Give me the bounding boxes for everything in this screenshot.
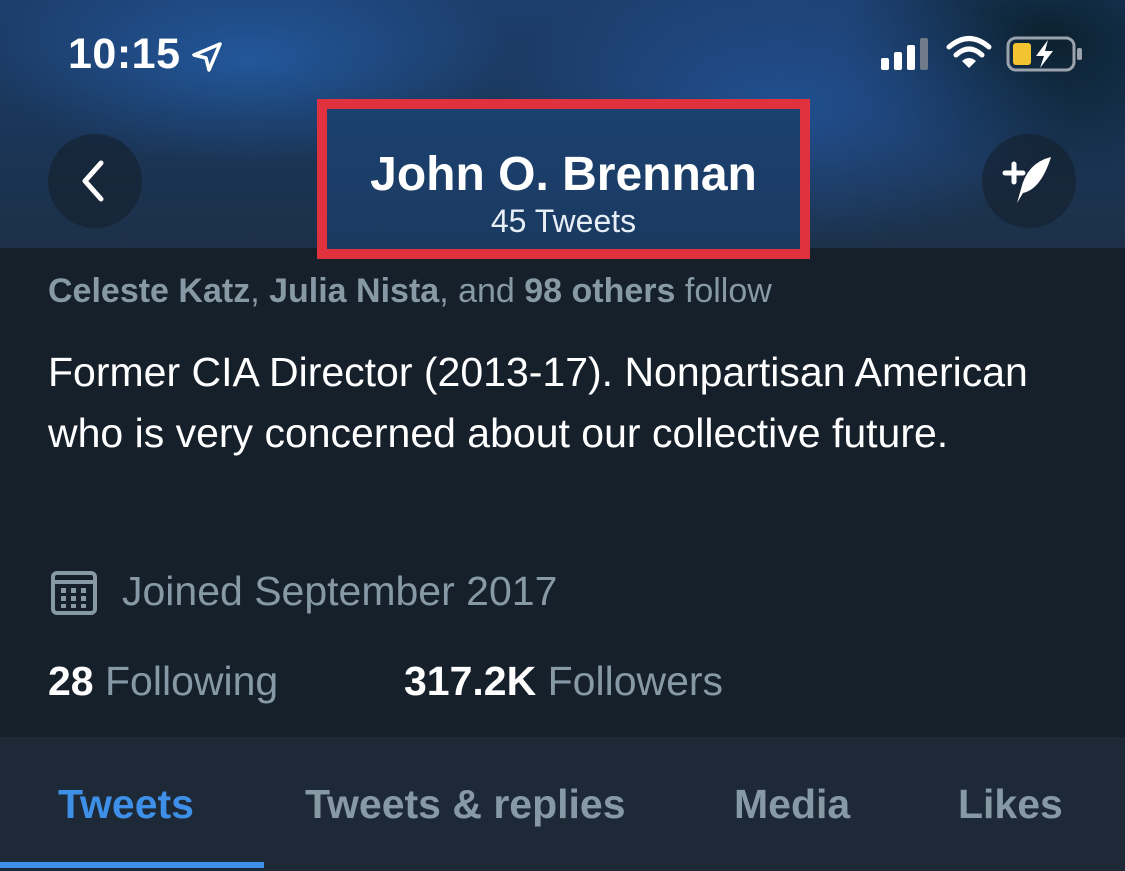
following-label: Following	[105, 658, 279, 704]
active-tab-indicator	[0, 862, 264, 868]
following-stat[interactable]: 28 Following	[48, 658, 278, 704]
followers-label: Followers	[547, 658, 724, 704]
status-time: 10:15	[68, 30, 181, 78]
header-title-highlight: John O. Brennan 45 Tweets	[317, 99, 810, 259]
back-button[interactable]	[48, 134, 142, 228]
location-arrow-icon	[192, 42, 222, 72]
chevron-left-icon	[82, 160, 104, 202]
follower-name[interactable]: Julia Nista	[269, 272, 439, 310]
tab-media[interactable]: Media	[734, 781, 850, 828]
follow-suffix: follow	[675, 272, 772, 310]
others-count[interactable]: 98 others	[524, 272, 675, 310]
tab-likes[interactable]: Likes	[958, 781, 1063, 828]
following-count: 28	[48, 658, 94, 704]
calendar-icon	[51, 571, 97, 615]
profile-stats: 28 Following 317.2K Followers	[48, 658, 723, 705]
tab-tweets-replies[interactable]: Tweets & replies	[305, 781, 626, 828]
cellular-signal-icon	[881, 38, 928, 70]
joined-date: Joined September 2017	[122, 568, 558, 614]
profile-tab-bar: Tweets Tweets & replies Media Likes	[0, 737, 1125, 871]
compose-tweet-button[interactable]	[982, 134, 1076, 228]
tweets-count: 45 Tweets	[490, 203, 637, 239]
followed-by-text[interactable]: Celeste Katz, Julia Nista, and 98 others…	[48, 272, 772, 311]
separator: ,	[250, 272, 270, 310]
battery-charging-icon	[1006, 36, 1082, 72]
tab-tweets[interactable]: Tweets	[58, 781, 194, 828]
followers-stat[interactable]: 317.2K Followers	[404, 658, 723, 705]
compose-tweet-icon	[1002, 157, 1051, 203]
followers-count: 317.2K	[404, 658, 537, 704]
wifi-icon	[946, 36, 992, 68]
profile-bio: Former CIA Director (2013-17). Nonpartis…	[48, 349, 1028, 456]
follower-name[interactable]: Celeste Katz	[48, 272, 250, 310]
separator: , and	[439, 272, 525, 310]
profile-name-title: John O. Brennan	[370, 148, 757, 201]
